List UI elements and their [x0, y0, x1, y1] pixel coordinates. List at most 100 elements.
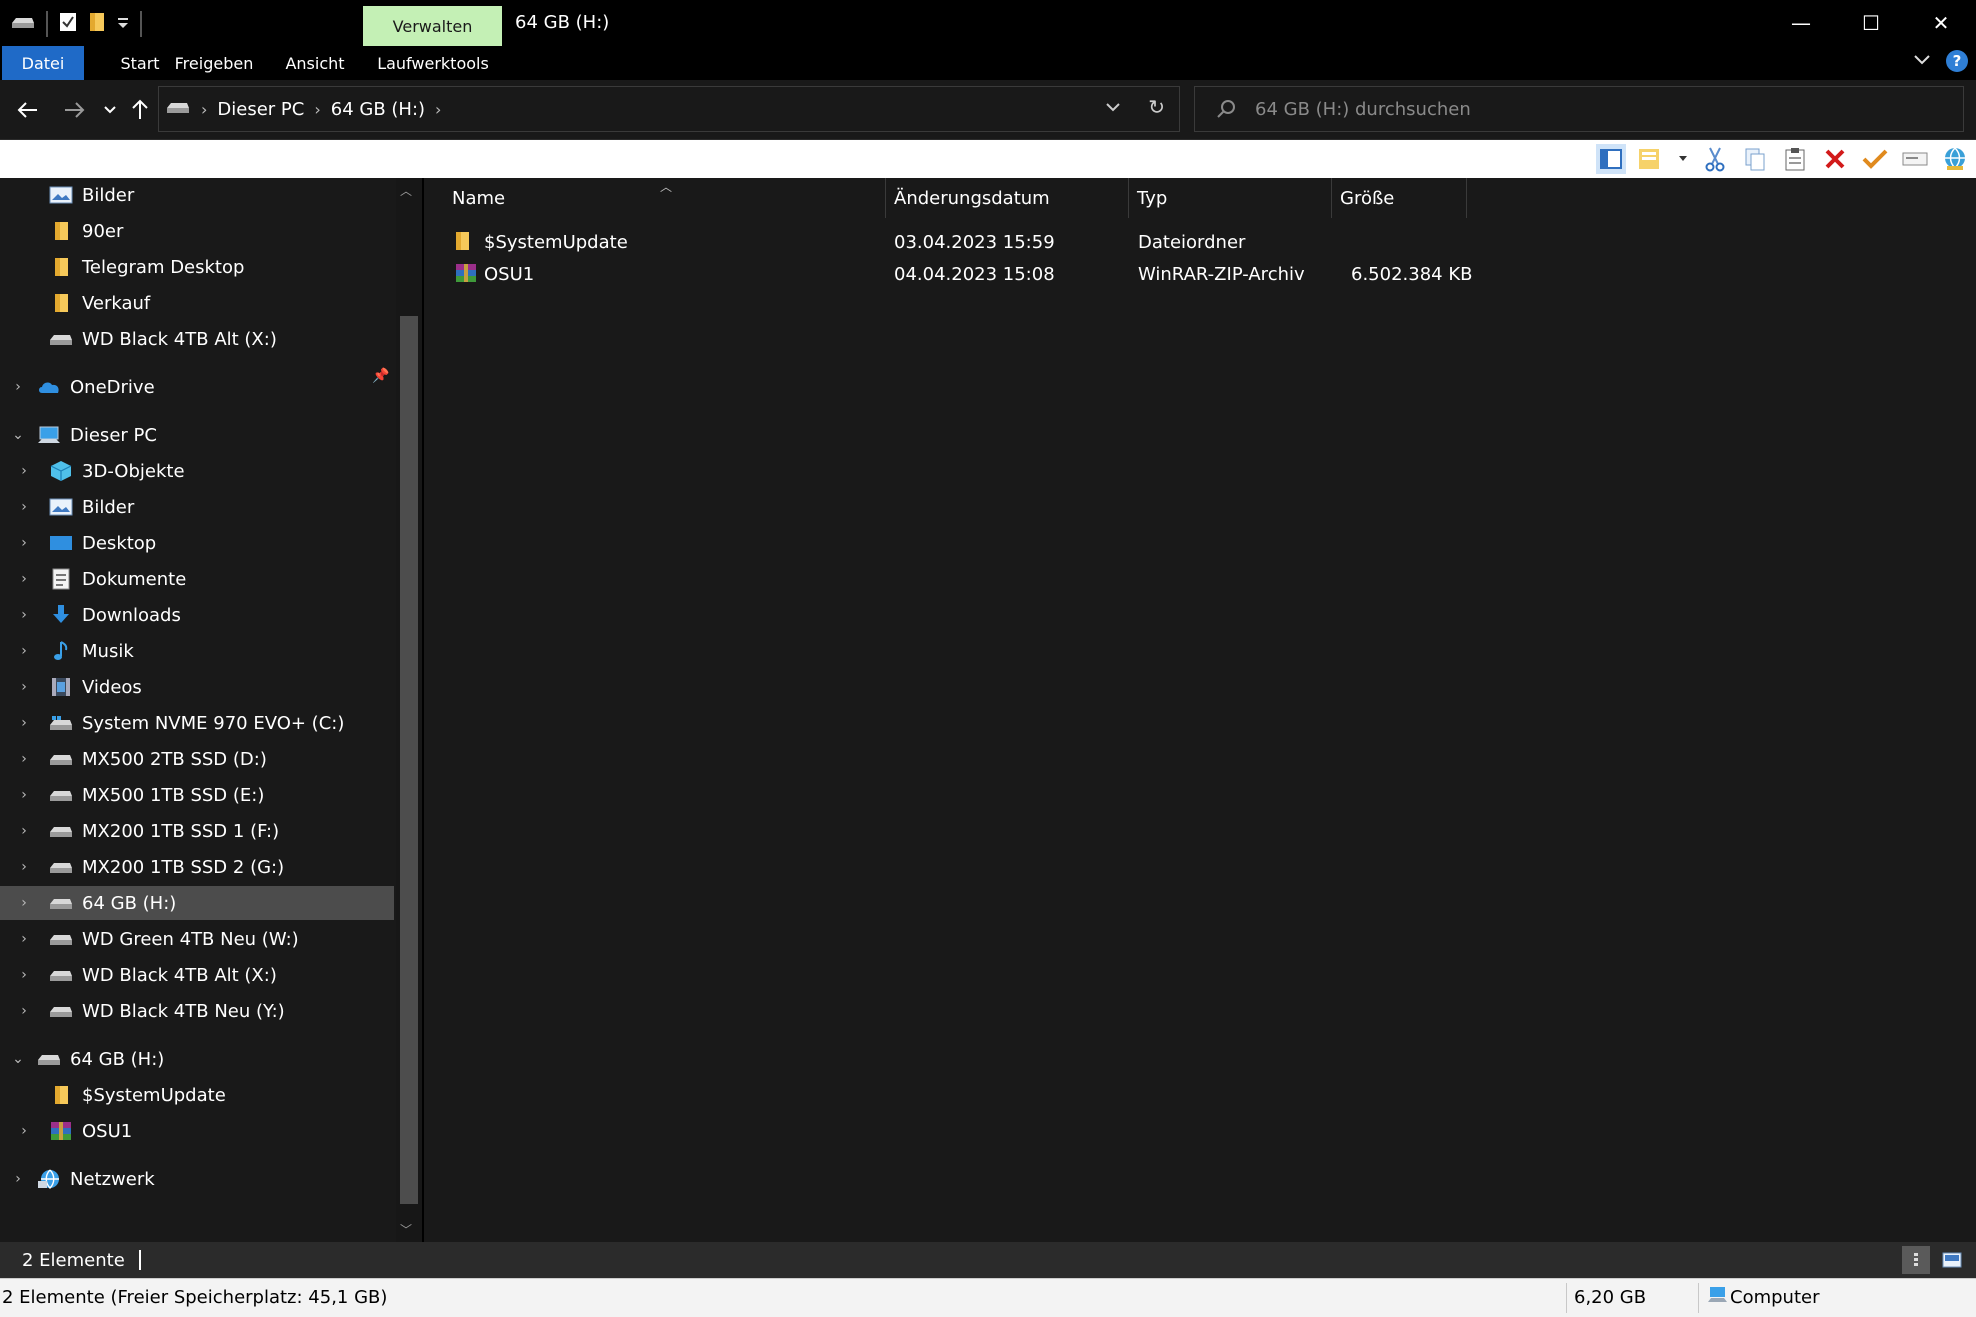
navigation-pane-icon[interactable] — [1596, 144, 1626, 174]
chevron-right-icon[interactable]: › — [0, 535, 48, 551]
breadcrumb-this-pc[interactable]: Dieser PC — [217, 99, 304, 120]
breadcrumb-separator[interactable]: › — [314, 100, 320, 119]
chevron-right-icon[interactable]: › — [0, 967, 48, 983]
breadcrumb-separator[interactable]: › — [435, 100, 441, 119]
nav-item-wd-black-alt-pinned[interactable]: WD Black 4TB Alt (X:) — [0, 322, 394, 356]
nav-item-osu1[interactable]: › OSU1 — [0, 1114, 394, 1148]
chevron-right-icon[interactable]: › — [0, 463, 48, 479]
nav-item-pictures-pinned[interactable]: Bilder — [0, 178, 394, 212]
nav-item-desktop[interactable]: › Desktop — [0, 526, 394, 560]
nav-item-drive-c[interactable]: › System NVME 970 EVO+ (C:) — [0, 706, 394, 740]
cut-icon[interactable] — [1700, 144, 1730, 174]
large-icons-view-icon[interactable] — [1938, 1246, 1966, 1274]
navigation-pane[interactable]: 📌 Bilder 90er Telegram Desktop Verkauf W… — [0, 178, 422, 1242]
column-header-type[interactable]: Typ — [1129, 178, 1332, 218]
nav-item-onedrive[interactable]: › OneDrive — [0, 370, 394, 404]
chevron-right-icon[interactable]: › — [0, 859, 48, 875]
back-button[interactable] — [12, 94, 44, 126]
nav-item-drive-f[interactable]: › MX200 1TB SSD 1 (F:) — [0, 814, 394, 848]
nav-item-documents[interactable]: › Dokumente — [0, 562, 394, 596]
chevron-right-icon[interactable]: › — [0, 1003, 48, 1019]
minimize-button[interactable]: — — [1766, 0, 1836, 46]
manage-context-tab[interactable]: Verwalten — [363, 6, 502, 46]
forward-button[interactable] — [58, 94, 90, 126]
chevron-right-icon[interactable]: › — [0, 679, 48, 695]
search-input[interactable] — [1255, 98, 1955, 120]
breadcrumb-drive-h[interactable]: 64 GB (H:) — [331, 99, 425, 120]
refresh-icon[interactable]: ↻ — [1148, 95, 1165, 119]
nav-item-drive-e[interactable]: › MX500 1TB SSD (E:) — [0, 778, 394, 812]
nav-item-pictures[interactable]: › Bilder — [0, 490, 394, 524]
rename-icon[interactable] — [1900, 144, 1930, 174]
chevron-right-icon[interactable]: › — [0, 379, 36, 395]
delete-icon[interactable] — [1820, 144, 1850, 174]
checkmark-icon[interactable] — [1860, 144, 1890, 174]
nav-item-network[interactable]: › Netzwerk — [0, 1162, 394, 1196]
nav-item-drive-h[interactable]: › 64 GB (H:) — [0, 886, 394, 920]
chevron-right-icon[interactable]: › — [0, 571, 48, 587]
chevron-right-icon[interactable]: › — [0, 643, 48, 659]
search-box[interactable] — [1194, 86, 1964, 132]
properties-icon[interactable] — [58, 11, 78, 37]
nav-item-90er[interactable]: 90er — [0, 214, 394, 248]
breadcrumb-separator[interactable]: › — [201, 100, 207, 119]
address-history-chevron-icon[interactable] — [1105, 97, 1121, 116]
chevron-down-icon[interactable]: ⌄ — [0, 1051, 36, 1067]
up-button[interactable] — [124, 94, 156, 126]
details-view-icon[interactable] — [1902, 1246, 1930, 1274]
chevron-right-icon[interactable]: › — [0, 823, 48, 839]
chevron-right-icon[interactable]: › — [0, 499, 48, 515]
address-bar[interactable]: › Dieser PC › 64 GB (H:) › ↻ — [158, 86, 1180, 132]
file-list[interactable]: ︿ Name Änderungsdatum Typ Größe $SystemU… — [424, 178, 1976, 1242]
nav-item-drive-d[interactable]: › MX500 2TB SSD (D:) — [0, 742, 394, 776]
layout-icon[interactable] — [1636, 144, 1666, 174]
tab-share[interactable]: Freigeben — [170, 46, 258, 80]
chevron-right-icon[interactable]: › — [0, 607, 48, 623]
chevron-right-icon[interactable]: › — [0, 751, 48, 767]
nav-item-drive-g[interactable]: › MX200 1TB SSD 2 (G:) — [0, 850, 394, 884]
scroll-up-icon[interactable]: ︿ — [400, 182, 412, 199]
close-button[interactable]: ✕ — [1906, 0, 1976, 46]
chevron-right-icon[interactable]: › — [0, 931, 48, 947]
chevron-right-icon[interactable]: › — [0, 715, 48, 731]
chevron-right-icon[interactable]: › — [0, 787, 48, 803]
network-globe-icon[interactable] — [1940, 144, 1970, 174]
layout-dropdown-icon[interactable] — [1676, 144, 1690, 174]
column-header-size[interactable]: Größe — [1332, 178, 1467, 218]
nav-item-this-pc[interactable]: ⌄ Dieser PC — [0, 418, 394, 452]
column-header-name[interactable]: Name — [444, 178, 886, 218]
expand-ribbon-icon[interactable] — [1912, 52, 1932, 71]
nav-item-verkauf[interactable]: Verkauf — [0, 286, 394, 320]
nav-item-systemupdate[interactable]: $SystemUpdate — [0, 1078, 394, 1112]
nav-item-videos[interactable]: › Videos — [0, 670, 394, 704]
maximize-button[interactable]: ☐ — [1836, 0, 1906, 46]
file-row[interactable]: OSU1 04.04.2023 15:08 WinRAR-ZIP-Archiv … — [424, 260, 1524, 292]
paste-icon[interactable] — [1780, 144, 1810, 174]
scrollbar-thumb[interactable] — [400, 316, 418, 1204]
customize-quick-access-icon[interactable] — [116, 14, 130, 34]
navigation-scrollbar[interactable]: ︿ ﹀ — [396, 178, 422, 1242]
copy-icon[interactable] — [1740, 144, 1770, 174]
tab-file[interactable]: Datei — [2, 46, 84, 80]
new-folder-icon[interactable] — [88, 11, 106, 37]
help-icon[interactable]: ? — [1946, 50, 1968, 72]
nav-item-music[interactable]: › Musik — [0, 634, 394, 668]
file-row[interactable]: $SystemUpdate 03.04.2023 15:59 Dateiordn… — [424, 228, 1524, 260]
nav-item-drive-w[interactable]: › WD Green 4TB Neu (W:) — [0, 922, 394, 956]
drive-icon[interactable] — [10, 14, 36, 34]
chevron-down-icon[interactable]: ⌄ — [0, 427, 36, 443]
recent-locations-button[interactable] — [94, 94, 126, 126]
nav-item-drive-x[interactable]: › WD Black 4TB Alt (X:) — [0, 958, 394, 992]
scroll-down-icon[interactable]: ﹀ — [400, 1221, 412, 1238]
chevron-right-icon[interactable]: › — [0, 895, 48, 911]
nav-item-drive-y[interactable]: › WD Black 4TB Neu (Y:) — [0, 994, 394, 1028]
tab-drive-tools[interactable]: Laufwerktools — [377, 46, 489, 80]
chevron-right-icon[interactable]: › — [0, 1123, 48, 1139]
chevron-right-icon[interactable]: › — [0, 1171, 36, 1187]
nav-item-downloads[interactable]: › Downloads — [0, 598, 394, 632]
nav-item-telegram-desktop[interactable]: Telegram Desktop — [0, 250, 394, 284]
nav-item-drive-h-root[interactable]: ⌄ 64 GB (H:) — [0, 1042, 394, 1076]
nav-item-3d-objects[interactable]: › 3D-Objekte — [0, 454, 394, 488]
column-header-date[interactable]: Änderungsdatum — [886, 178, 1129, 218]
tab-view[interactable]: Ansicht — [280, 46, 350, 80]
